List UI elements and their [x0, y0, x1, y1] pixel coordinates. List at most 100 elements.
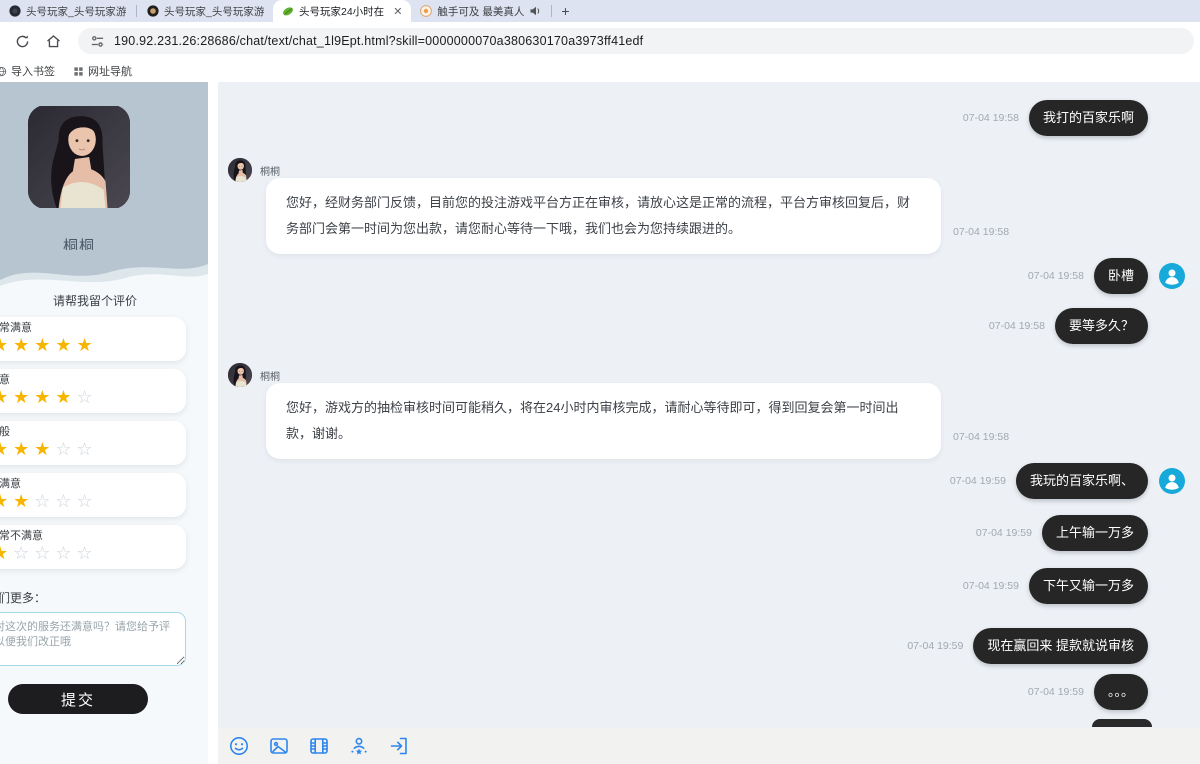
browser-tab-4[interactable]: 触手可及 最美真人 [411, 0, 550, 22]
avatar-placeholder [1158, 632, 1186, 660]
rating-option-4[interactable]: 不满意★★☆☆☆ [0, 473, 186, 517]
site-settings-icon[interactable] [90, 34, 105, 49]
video-icon[interactable] [308, 735, 330, 757]
orange-circle-favicon [420, 5, 432, 17]
agent-message: 桐桐您好，游戏方的抽检审核时间可能稍久，将在24小时内审核完成，请耐心等待即可，… [228, 363, 1186, 459]
star-filled-icon[interactable]: ★★ [0, 491, 34, 511]
rating-label: 一般 [0, 426, 178, 439]
dark-circle-favicon [9, 5, 21, 17]
feedback-textarea[interactable] [0, 612, 186, 666]
tab-close-icon[interactable]: ✕ [393, 5, 402, 18]
user-bubble: 卧槽 [1094, 258, 1148, 294]
agent-name: 桐桐 [260, 163, 280, 178]
agent-message-row: 您好，游戏方的抽检审核时间可能稍久，将在24小时内审核完成，请耐心等待即可，得到… [266, 383, 1009, 459]
avatar-placeholder [1158, 312, 1186, 340]
url-field[interactable]: 190.92.231.26:28686/chat/text/chat_1l9Ep… [78, 28, 1194, 54]
bookmarks-bar: 导入书签 网址导航 [0, 60, 1200, 82]
sidebar-wave [0, 250, 208, 290]
bookmark-label: 网址导航 [88, 63, 132, 79]
user-message: 07-04 19:59 下午又输一万多 [228, 568, 1186, 604]
tab-audio-icon[interactable] [529, 5, 541, 17]
browser-address-bar: 190.92.231.26:28686/chat/text/chat_1l9Ep… [0, 22, 1200, 60]
timestamp: 07-04 19:58 [953, 226, 1009, 254]
reload-icon[interactable] [14, 33, 31, 50]
bookmark-label: 导入书签 [11, 63, 55, 79]
agent-avatar [28, 105, 130, 209]
user-bubble: 。。。 [1094, 674, 1148, 710]
rating-label: 满意 [0, 374, 178, 387]
globe-icon [0, 66, 7, 77]
agent-avatar-small [228, 158, 252, 182]
star-row[interactable]: ★★☆☆☆ [0, 491, 178, 511]
star-empty-icon[interactable]: ☆☆☆ [34, 491, 97, 511]
user-message: 07-04 19:59上午输一万多 [228, 515, 1186, 551]
tab-title: 头号玩家_头号玩家游 [26, 4, 126, 19]
timestamp: 07-04 19:58 [989, 320, 1045, 332]
star-empty-icon[interactable]: ☆☆☆☆ [13, 543, 98, 563]
timestamp: 07-04 19:59 [907, 640, 963, 652]
bookmark-item-2[interactable]: 网址导航 [73, 63, 132, 79]
bookmark-item-1[interactable]: 导入书签 [0, 63, 55, 79]
star-row[interactable]: ★★★★☆ [0, 387, 178, 407]
new-tab-button[interactable]: + [561, 4, 569, 18]
submit-button[interactable]: 提交 [8, 684, 148, 714]
timestamp: 07-04 19:58 [963, 112, 1019, 124]
user-bubble: 下午又输一万多 [1029, 568, 1148, 604]
star-empty-icon[interactable]: ☆☆ [55, 439, 97, 459]
agent-profile-panel: 桐桐 [0, 82, 208, 250]
home-icon[interactable] [45, 33, 62, 50]
user-bubble: 现在赢回来 提款就说审核 [973, 628, 1148, 664]
star-filled-icon[interactable]: ★ [0, 543, 13, 563]
user-message: 07-04 19:58要等多久？ [228, 308, 1186, 344]
browser-tab-3[interactable]: 头号玩家24小时在✕ [273, 0, 411, 22]
agent-bubble: 您好，游戏方的抽检审核时间可能稍久，将在24小时内审核完成，请耐心等待即可，得到… [266, 383, 941, 459]
browser-window: 头号玩家_头号玩家游头号玩家_头号玩家游头号玩家24小时在✕触手可及 最美真人 … [0, 0, 1200, 764]
rating-option-5[interactable]: 非常不满意★☆☆☆☆ [0, 525, 186, 569]
emoji-icon[interactable] [228, 735, 250, 757]
browser-tab-2[interactable]: 头号玩家_头号玩家游 [138, 0, 273, 22]
avatar-placeholder [1158, 678, 1186, 706]
green-leaf-favicon [282, 5, 294, 17]
rating-option-1[interactable]: 非常满意★★★★★ [0, 317, 186, 361]
rating-form: 请帮我留个评价 非常满意★★★★★满意★★★★☆一般★★★☆☆不满意★★☆☆☆非… [0, 290, 208, 714]
agent-avatar-small [228, 363, 252, 387]
chat-toolbar [218, 728, 1200, 764]
star-filled-icon[interactable]: ★★★ [0, 439, 55, 459]
star-filled-icon[interactable]: ★★★★ [0, 387, 77, 407]
cut-off-bubble [1092, 719, 1152, 727]
browser-tab-bar: 头号玩家_头号玩家游头号玩家_头号玩家游头号玩家24小时在✕触手可及 最美真人 … [0, 0, 1200, 22]
star-row[interactable]: ★★★☆☆ [0, 439, 178, 459]
exit-icon[interactable] [388, 735, 410, 757]
user-message: 07-04 19:58 卧槽 [228, 258, 1186, 294]
rating-label: 非常满意 [0, 322, 178, 335]
message-list: 07-04 19:58 我打的百家乐啊桐桐您好，经财务部门反馈，目前您的投注游戏平… [218, 82, 1200, 728]
timestamp: 07-04 19:58 [953, 431, 1009, 459]
browser-tab-1[interactable]: 头号玩家_头号玩家游 [0, 0, 135, 22]
star-row[interactable]: ★☆☆☆☆ [0, 543, 178, 563]
rating-sidebar: 桐桐 请帮我留个评价 非常满意★★★★★满意★★★★☆一般★★★☆☆不满意★★☆… [0, 82, 208, 764]
user-message: 07-04 19:58 我打的百家乐啊 [228, 100, 1186, 136]
timestamp: 07-04 19:59 [976, 527, 1032, 539]
grid-icon [73, 66, 84, 77]
tab-title: 头号玩家_头号玩家游 [164, 4, 264, 19]
image-icon[interactable] [268, 735, 290, 757]
user-bubble: 我打的百家乐啊 [1029, 100, 1148, 136]
star-empty-icon[interactable]: ☆ [77, 387, 98, 407]
user-bubble: 我玩的百家乐啊、 [1016, 463, 1148, 499]
rating-option-2[interactable]: 满意★★★★☆ [0, 369, 186, 413]
agent-message-row: 您好，经财务部门反馈，目前您的投注游戏平台方正在审核，请放心这是正常的流程，平台… [266, 178, 1009, 254]
timestamp: 07-04 19:59 [963, 580, 1019, 592]
tab-separator [136, 5, 137, 17]
tell-us-more-label: 告诉我们更多： [0, 589, 208, 606]
star-filled-icon[interactable]: ★★★★★ [0, 335, 98, 355]
timestamp: 07-04 19:58 [1028, 270, 1084, 282]
chat-panel: 07-04 19:58 我打的百家乐啊桐桐您好，经财务部门反馈，目前您的投注游戏平… [218, 82, 1200, 764]
rate-agent-icon[interactable] [348, 735, 370, 757]
page-content: 桐桐 请帮我留个评价 非常满意★★★★★满意★★★★☆一般★★★☆☆不满意★★☆… [0, 82, 1200, 764]
timestamp: 07-04 19:59 [1028, 686, 1084, 698]
url-text[interactable]: 190.92.231.26:28686/chat/text/chat_1l9Ep… [114, 34, 643, 48]
gold-circle-favicon [147, 5, 159, 17]
rating-option-3[interactable]: 一般★★★☆☆ [0, 421, 186, 465]
star-row[interactable]: ★★★★★ [0, 335, 178, 355]
avatar-placeholder [1158, 519, 1186, 547]
